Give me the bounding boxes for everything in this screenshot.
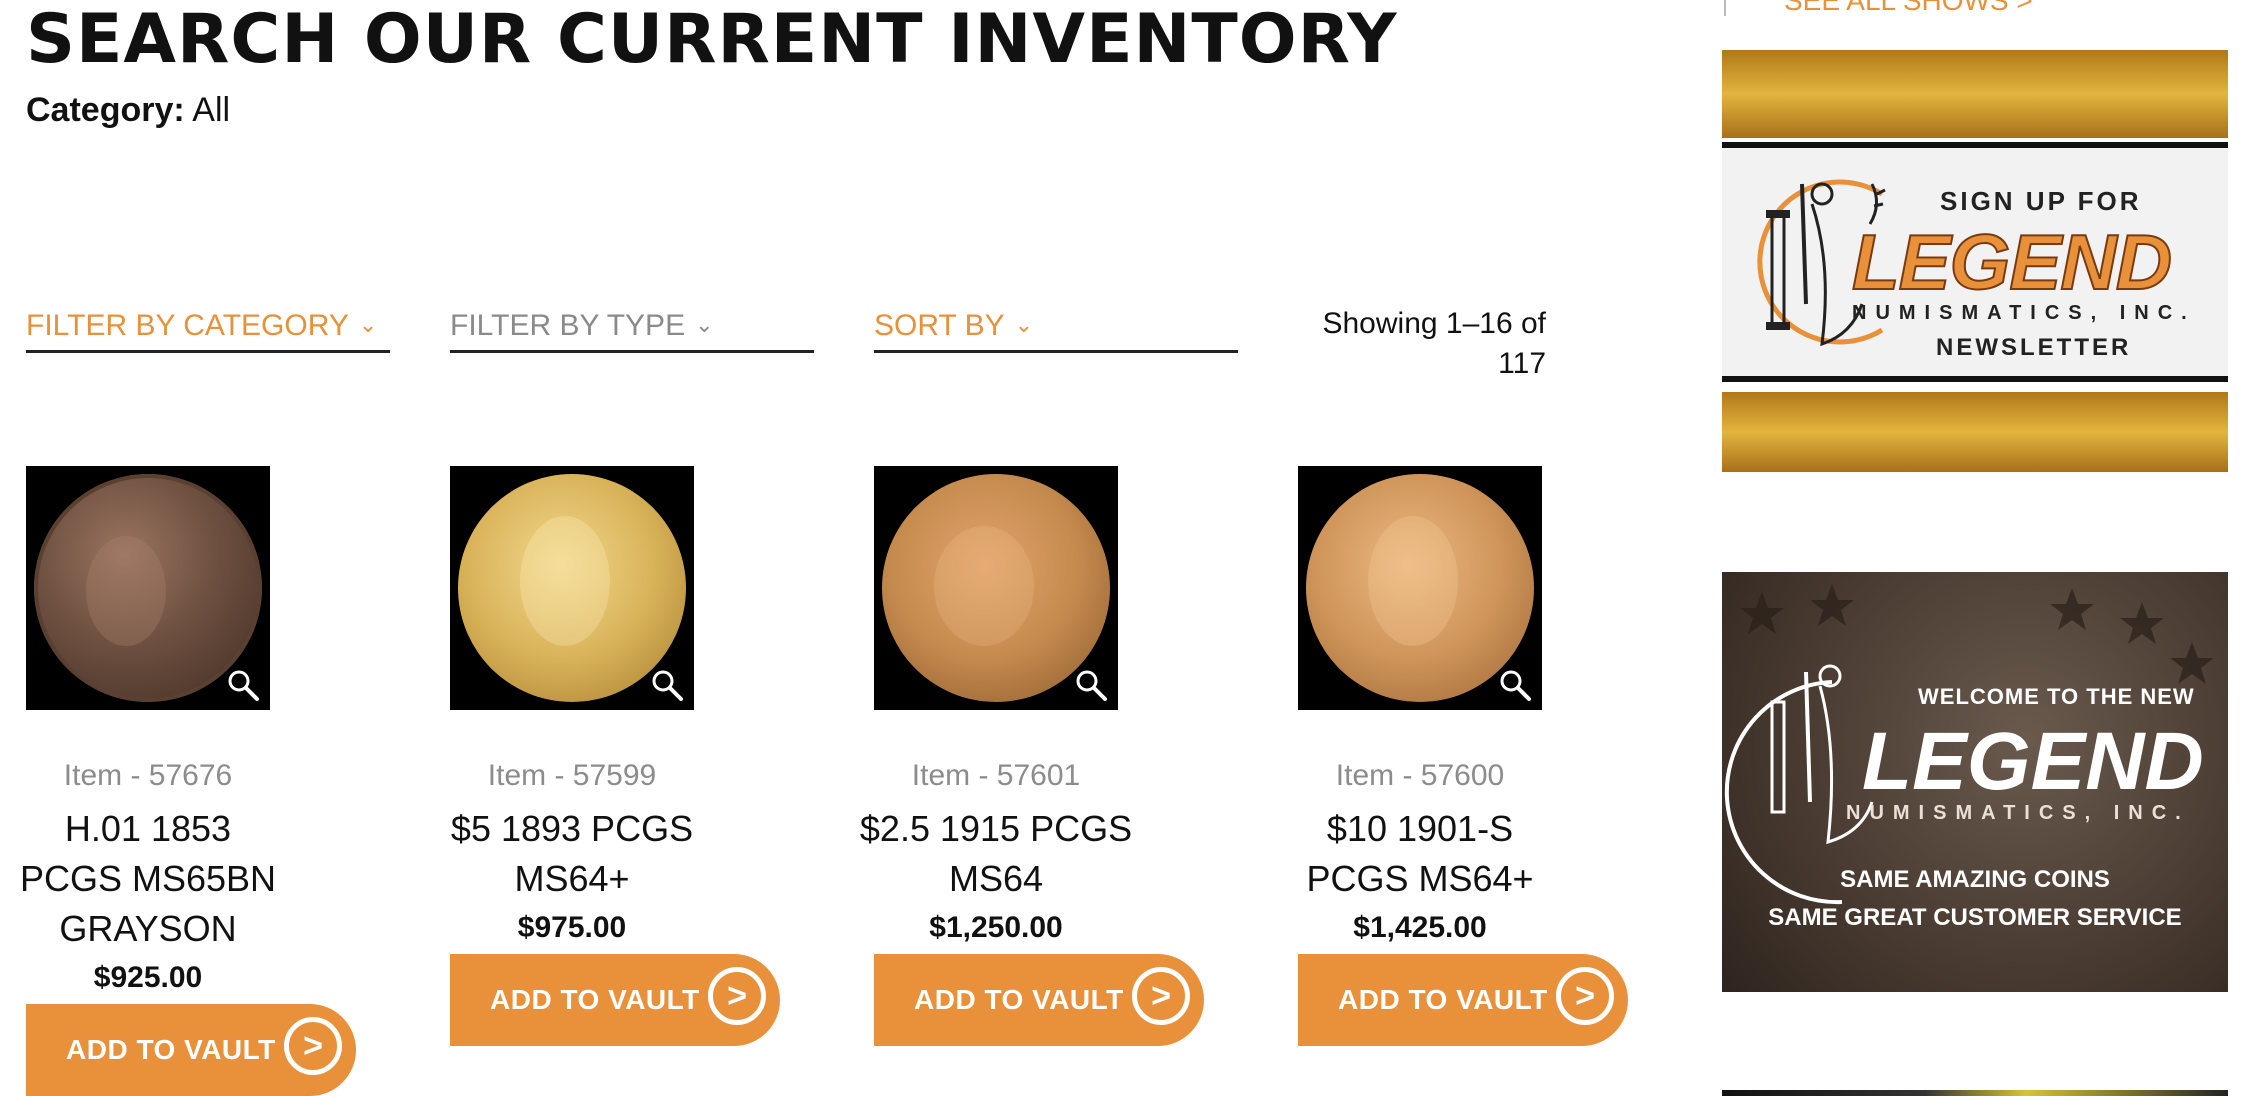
newsletter-label: NEWSLETTER (1936, 334, 2132, 361)
welcome-tagline-1: SAME AMAZING COINS (1840, 866, 2110, 893)
product-title-line: $10 1901-S (1326, 808, 1514, 849)
add-to-vault-button[interactable]: ADD TO VAULT > (26, 1004, 356, 1096)
product-price: $975.00 (517, 911, 627, 944)
product-price: $1,425.00 (1353, 911, 1487, 944)
product-image[interactable] (874, 466, 1118, 710)
product-image[interactable] (450, 466, 694, 710)
product-title-line: PCGS MS65BN (19, 858, 277, 899)
product-title[interactable]: H.01 1853 PCGS MS65BN GRAYSON (6, 804, 290, 954)
add-to-vault-label: ADD TO VAULT (1338, 984, 1548, 1015)
category-label: Category: (26, 91, 185, 129)
result-count-line2: 117 (1498, 347, 1546, 380)
page-title: SEARCH OUR CURRENT INVENTORY (26, 0, 1398, 79)
filter-by-category-dropdown[interactable]: FILTER BY CATEGORY ⌄ (26, 302, 390, 353)
newsletter-panel: SIGN UP FOR LEGEND NUMISMATICS, INC. NEW… (1722, 142, 2228, 382)
sidebar-divider (1724, 0, 1726, 16)
arrow-right-icon: > (284, 1017, 342, 1075)
product-image[interactable] (26, 466, 270, 710)
product-image[interactable] (1298, 466, 1542, 710)
add-to-vault-button[interactable]: ADD TO VAULT > (874, 954, 1204, 1046)
product-title-line: $5 1893 PCGS (450, 808, 694, 849)
arrow-right-icon: > (708, 967, 766, 1025)
product-title[interactable]: $5 1893 PCGS MS64+ (430, 804, 714, 904)
product-price: $1,250.00 (929, 911, 1063, 944)
chevron-down-icon: ⌄ (695, 312, 714, 337)
next-banner-edge (1722, 1090, 2228, 1096)
magnifier-icon[interactable] (1498, 668, 1532, 702)
result-count: Showing 1–16 of 117 (1300, 304, 1546, 384)
gold-stripe-bottom (1722, 392, 2228, 472)
product-title-line: GRAYSON (59, 908, 237, 949)
newsletter-heading: SIGN UP FOR (1940, 186, 2142, 216)
chevron-down-icon: ⌄ (358, 312, 378, 337)
magnifier-icon[interactable] (226, 668, 260, 702)
product-title-line: MS64 (948, 858, 1044, 899)
product-title-line: H.01 1853 (64, 808, 232, 849)
magnifier-icon[interactable] (1074, 668, 1108, 702)
product-title-line: PCGS MS64+ (1306, 858, 1534, 899)
add-to-vault-button[interactable]: ADD TO VAULT > (1298, 954, 1628, 1046)
product-title[interactable]: $10 1901-S PCGS MS64+ (1278, 804, 1562, 904)
add-to-vault-label: ADD TO VAULT (914, 984, 1124, 1015)
legend-subtitle: NUMISMATICS, INC. (1852, 302, 2196, 324)
legend-subtitle: NUMISMATICS, INC. (1846, 802, 2190, 824)
product-title[interactable]: $2.5 1915 PCGS MS64 (854, 804, 1138, 904)
item-number: Item - 57599 (487, 759, 657, 792)
newsletter-signup-banner[interactable]: SIGN UP FOR LEGEND NUMISMATICS, INC. NEW… (1722, 50, 2228, 472)
gold-stripe-top (1722, 50, 2228, 138)
magnifier-icon[interactable] (650, 668, 684, 702)
category-indicator: Category: All (26, 90, 230, 130)
arrow-right-icon: > (1132, 967, 1190, 1025)
welcome-heading: WELCOME TO THE NEW (1918, 684, 2195, 709)
see-all-shows-link[interactable]: SEE ALL SHOWS > (1784, 0, 2033, 16)
arrow-right-icon: > (1556, 967, 1614, 1025)
add-to-vault-label: ADD TO VAULT (490, 984, 700, 1015)
add-to-vault-label: ADD TO VAULT (66, 1034, 276, 1065)
category-value: All (192, 91, 231, 129)
product-title-line: MS64+ (514, 858, 630, 899)
welcome-promo-banner[interactable]: WELCOME TO THE NEW LEGEND NUMISMATICS, I… (1722, 572, 2228, 992)
welcome-tagline-2: SAME GREAT CUSTOMER SERVICE (1768, 904, 2182, 931)
legend-wordmark: LEGEND (1851, 218, 2173, 306)
product-title-line: $2.5 1915 PCGS (859, 808, 1133, 849)
add-to-vault-button[interactable]: ADD TO VAULT > (450, 954, 780, 1046)
item-number: Item - 57601 (911, 759, 1081, 792)
filter-by-category-label: FILTER BY CATEGORY (26, 309, 349, 342)
legend-wordmark: LEGEND (1862, 716, 2204, 807)
item-number: Item - 57600 (1335, 759, 1505, 792)
filter-by-type-dropdown[interactable]: FILTER BY TYPE ⌄ (450, 302, 814, 353)
product-price: $925.00 (93, 961, 203, 994)
sort-by-dropdown[interactable]: SORT BY ⌄ (874, 302, 1238, 353)
chevron-down-icon: ⌄ (1014, 312, 1034, 337)
result-count-line1: Showing 1–16 of (1322, 307, 1546, 340)
sort-by-label: SORT BY (874, 309, 1005, 342)
item-number: Item - 57676 (63, 759, 233, 792)
filter-by-type-label: FILTER BY TYPE (450, 309, 686, 342)
